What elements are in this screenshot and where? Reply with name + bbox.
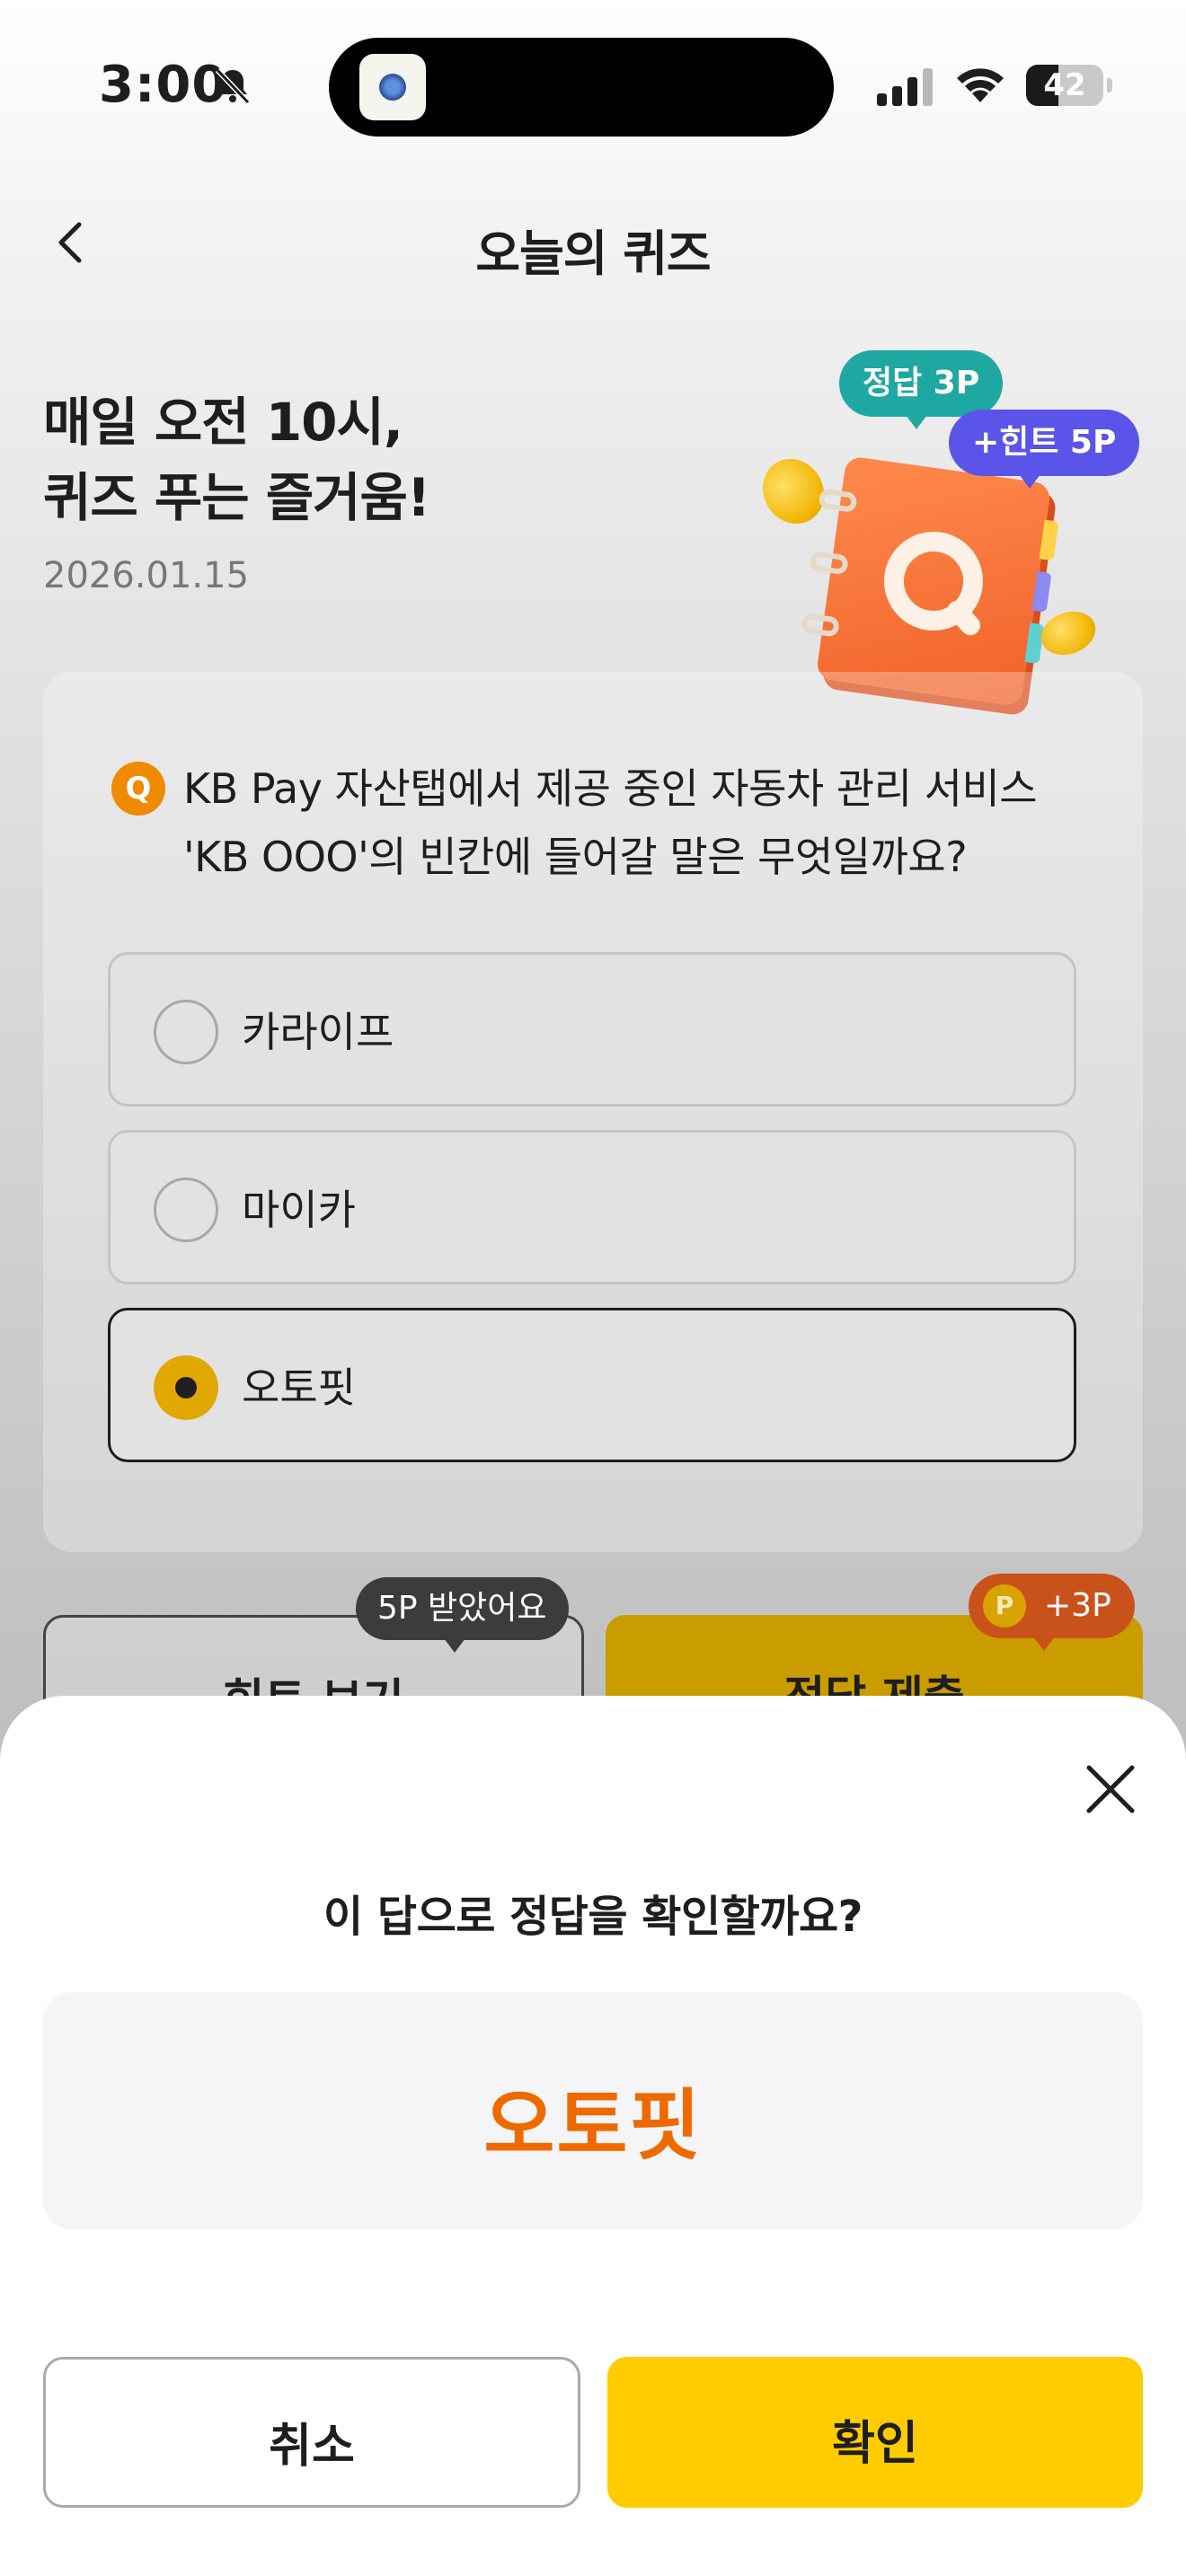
radio-button-selected[interactable] [154,1355,218,1420]
notebook-icon [800,455,1059,707]
battery-icon: 42 [1026,65,1112,106]
wifi-icon [957,68,1004,102]
option-1[interactable]: 카라이프 [108,952,1076,1107]
answer-points-badge: 정답 3P [839,350,1004,429]
status-bar: 3:00 42 [0,0,1186,171]
option-3[interactable]: 오토핏 [108,1308,1076,1462]
battery-level: 42 [1043,67,1086,103]
sheet-title: 이 답으로 정답을 확인할까요? [323,1892,863,1942]
camera-app-icon [359,54,426,120]
nav-bar: 오늘의 퀴즈 [0,198,1186,287]
option-label: 마이카 [242,1186,356,1234]
question-card: Q KB Pay 자산탭에서 제공 중인 자동차 관리 서비스 'KB OOO'… [43,672,1143,1552]
hint-points-badge: +힌트 5P [949,410,1140,489]
confirm-button-label: 확인 [832,2417,918,2471]
question-text: KB Pay 자산탭에서 제공 중인 자동차 관리 서비스 'KB OOO'의 … [183,754,1109,891]
point-icon: P [983,1584,1026,1628]
signal-icon [877,68,933,106]
option-2[interactable]: 마이카 [108,1130,1076,1284]
dynamic-island [329,38,834,137]
selected-answer-box: 오토핏 [43,1992,1143,2229]
quiz-notebook-illustration: 정답 3P +힌트 5P [750,350,1140,728]
cancel-button[interactable]: 취소 [43,2357,580,2508]
quiz-date: 2026.01.15 [43,555,250,596]
hero-title: 매일 오전 10시, 퀴즈 푸는 즐거움! [43,384,672,535]
radio-button[interactable] [154,1000,218,1064]
answer-reward-tooltip: P +3P [969,1574,1135,1651]
hero-title-line1: 매일 오전 10시, [43,392,403,453]
page-title: 오늘의 퀴즈 [475,225,711,282]
hint-reward-tooltip: 5P 받았어요 [356,1577,569,1653]
bell-slash-icon [215,67,251,105]
selected-answer: 오토핏 [483,2081,703,2171]
coin-icon [1035,604,1102,663]
question-badge: Q [111,762,165,816]
confirm-button[interactable]: 확인 [607,2357,1143,2508]
reward-tooltip-text: +3P [1044,1587,1111,1624]
hero-title-line2: 퀴즈 푸는 즐거움! [43,467,430,528]
close-icon[interactable] [1078,1757,1143,1822]
radio-button[interactable] [154,1178,218,1242]
question-line1: KB Pay 자산탭에서 제공 중인 자동차 관리 서비스 [183,764,1038,813]
confirm-bottom-sheet: 이 답으로 정답을 확인할까요? 오토핏 취소 확인 [0,1696,1186,2576]
status-time: 3:00 [99,56,228,114]
option-label: 오토핏 [242,1363,356,1412]
cancel-button-label: 취소 [269,2420,355,2474]
question-line2: 'KB OOO'의 빈칸에 들어갈 말은 무엇일까요? [183,833,968,881]
option-label: 카라이프 [242,1008,394,1056]
